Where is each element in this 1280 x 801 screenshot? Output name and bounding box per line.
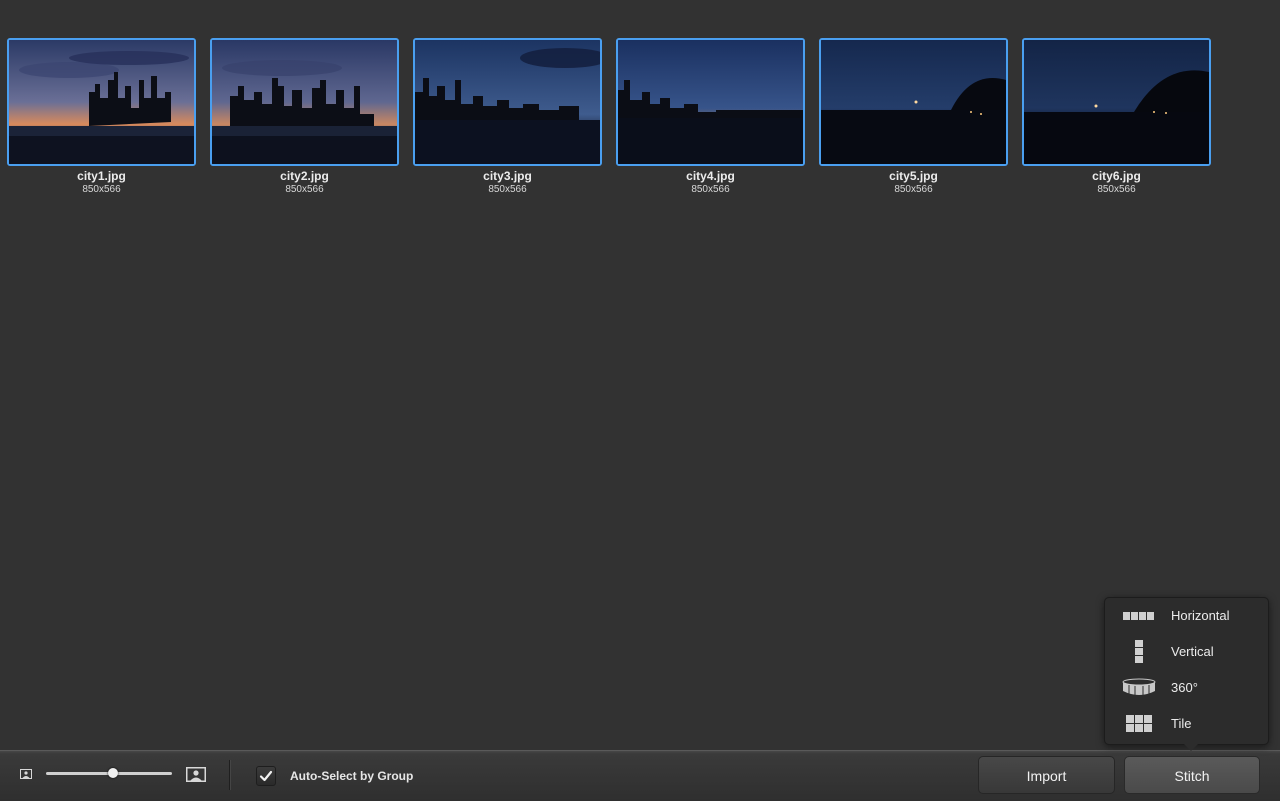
menu-item-label: 360° <box>1171 680 1198 695</box>
toolbar-separator <box>229 760 230 790</box>
city-photo-image <box>618 40 803 164</box>
stitch-menu-caret <box>1182 742 1200 751</box>
menu-item-tile[interactable]: Tile <box>1105 706 1268 742</box>
image-dimensions: 850x566 <box>285 184 324 195</box>
horizontal-layout-icon <box>1123 612 1154 620</box>
image-filename: city3.jpg <box>483 169 532 183</box>
city-photo-image <box>212 40 397 164</box>
menu-item-label: Vertical <box>1171 644 1214 659</box>
stitch-menu: Horizontal Vertical 360° Tile <box>1104 597 1269 745</box>
image-filename: city2.jpg <box>280 169 329 183</box>
import-button[interactable]: Import <box>978 756 1115 794</box>
image-filename: city6.jpg <box>1092 169 1141 183</box>
image-item[interactable]: city5.jpg 850x566 <box>819 38 1008 196</box>
thumbnail-city3[interactable] <box>413 38 602 166</box>
city-photo-image <box>9 40 194 164</box>
image-dimensions: 850x566 <box>82 184 121 195</box>
auto-select-label[interactable]: Auto-Select by Group <box>290 769 413 783</box>
menu-item-horizontal[interactable]: Horizontal <box>1105 598 1268 634</box>
checkmark-icon <box>259 770 273 782</box>
menu-item-360[interactable]: 360° <box>1105 670 1268 706</box>
menu-item-vertical[interactable]: Vertical <box>1105 634 1268 670</box>
image-dimensions: 850x566 <box>894 184 933 195</box>
city-photo-image <box>1024 40 1209 164</box>
image-item[interactable]: city1.jpg 850x566 <box>7 38 196 196</box>
image-item[interactable]: city2.jpg 850x566 <box>210 38 399 196</box>
image-dimensions: 850x566 <box>1097 184 1136 195</box>
image-dimensions: 850x566 <box>691 184 730 195</box>
image-filename: city5.jpg <box>889 169 938 183</box>
image-dimensions: 850x566 <box>488 184 527 195</box>
thumbnail-city4[interactable] <box>616 38 805 166</box>
city-photo-image <box>415 40 600 164</box>
image-item[interactable]: city6.jpg 850x566 <box>1022 38 1211 196</box>
image-item[interactable]: city3.jpg 850x566 <box>413 38 602 196</box>
thumbnail-city1[interactable] <box>7 38 196 166</box>
thumbnail-city6[interactable] <box>1022 38 1211 166</box>
small-thumbnail-icon[interactable] <box>20 769 32 779</box>
image-filename: city1.jpg <box>77 169 126 183</box>
stitch-button[interactable]: Stitch <box>1124 756 1260 794</box>
menu-item-label: Tile <box>1171 716 1192 731</box>
tile-layout-icon <box>1126 715 1152 732</box>
menu-item-label: Horizontal <box>1171 608 1230 623</box>
thumbnail-city5[interactable] <box>819 38 1008 166</box>
city-photo-image <box>821 40 1006 164</box>
vertical-layout-icon <box>1135 640 1143 663</box>
image-grid: city1.jpg 850x566 city2.jpg 850x566 city… <box>0 0 1280 750</box>
auto-select-checkbox[interactable] <box>256 766 276 786</box>
large-thumbnail-icon[interactable] <box>186 767 206 782</box>
thumbnail-city2[interactable] <box>210 38 399 166</box>
thumbnail-size-slider-knob[interactable] <box>107 768 118 778</box>
panorama-360-icon <box>1122 678 1156 697</box>
image-filename: city4.jpg <box>686 169 735 183</box>
image-item[interactable]: city4.jpg 850x566 <box>616 38 805 196</box>
